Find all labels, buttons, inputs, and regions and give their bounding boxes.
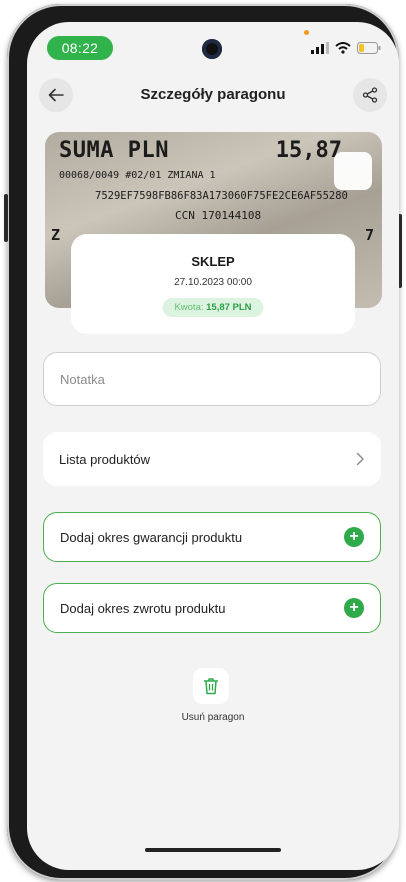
add-return-period-button[interactable]: Dodaj okres zwrotu produktu + bbox=[43, 583, 381, 633]
add-return-label: Dodaj okres zwrotu produktu bbox=[60, 600, 226, 616]
wifi-icon bbox=[335, 42, 351, 54]
share-icon bbox=[362, 87, 378, 103]
note-field[interactable]: Notatka bbox=[43, 352, 381, 406]
receipt-overlay-square bbox=[334, 152, 372, 190]
volume-button bbox=[4, 194, 8, 242]
signal-icon bbox=[311, 42, 329, 54]
amount-value: 15,87 PLN bbox=[206, 302, 252, 313]
amount-badge: Kwota: 15,87 PLN bbox=[162, 298, 264, 317]
note-placeholder: Notatka bbox=[60, 371, 105, 387]
store-summary-card: SKLEP 27.10.2023 00:00 Kwota: 15,87 PLN bbox=[71, 234, 355, 334]
add-warranty-button[interactable]: Dodaj okres gwarancji produktu + bbox=[43, 512, 381, 562]
app-screen: 08:22 Szczegóły paragonu SUMA PLN 15,87 … bbox=[27, 22, 399, 870]
privacy-indicator bbox=[304, 30, 309, 35]
status-time: 08:22 bbox=[47, 36, 113, 60]
chevron-right-icon bbox=[356, 452, 364, 466]
battery-icon bbox=[357, 42, 381, 54]
receipt-line: CCN 170144108 bbox=[175, 209, 262, 222]
page-title: Szczegóły paragonu bbox=[140, 86, 286, 103]
front-camera bbox=[202, 39, 222, 59]
receipt-line: Z bbox=[51, 226, 61, 244]
trash-icon bbox=[204, 678, 218, 695]
amount-label: Kwota: bbox=[174, 302, 204, 313]
receipt-total-value: 15,87 bbox=[275, 138, 342, 163]
phone-frame: 08:22 Szczegóły paragonu SUMA PLN 15,87 … bbox=[4, 4, 402, 880]
system-icons bbox=[311, 38, 381, 58]
top-app-bar: Szczegóły paragonu bbox=[27, 78, 399, 118]
add-warranty-label: Dodaj okres gwarancji produktu bbox=[60, 529, 243, 545]
store-name: SKLEP bbox=[191, 254, 235, 269]
receipt-line: 7 bbox=[364, 226, 374, 244]
receipt-date: 27.10.2023 00:00 bbox=[174, 277, 252, 288]
plus-icon: + bbox=[344, 527, 364, 547]
delete-receipt-button[interactable] bbox=[193, 668, 229, 704]
share-button[interactable] bbox=[353, 78, 387, 112]
product-list-row[interactable]: Lista produktów bbox=[43, 432, 381, 486]
product-list-label: Lista produktów bbox=[59, 451, 151, 467]
home-indicator[interactable] bbox=[145, 848, 281, 852]
delete-receipt-label: Usuń paragon bbox=[181, 712, 245, 723]
receipt-total-label: SUMA PLN bbox=[59, 138, 169, 163]
status-bar: 08:22 bbox=[27, 22, 399, 68]
receipt-line: 00068/0049 #02/01 ZMIANA 1 bbox=[59, 170, 216, 181]
receipt-line: 7529EF7598FB86F83A173060F75FE2CE6AF55280 bbox=[95, 190, 348, 202]
plus-icon: + bbox=[344, 598, 364, 618]
